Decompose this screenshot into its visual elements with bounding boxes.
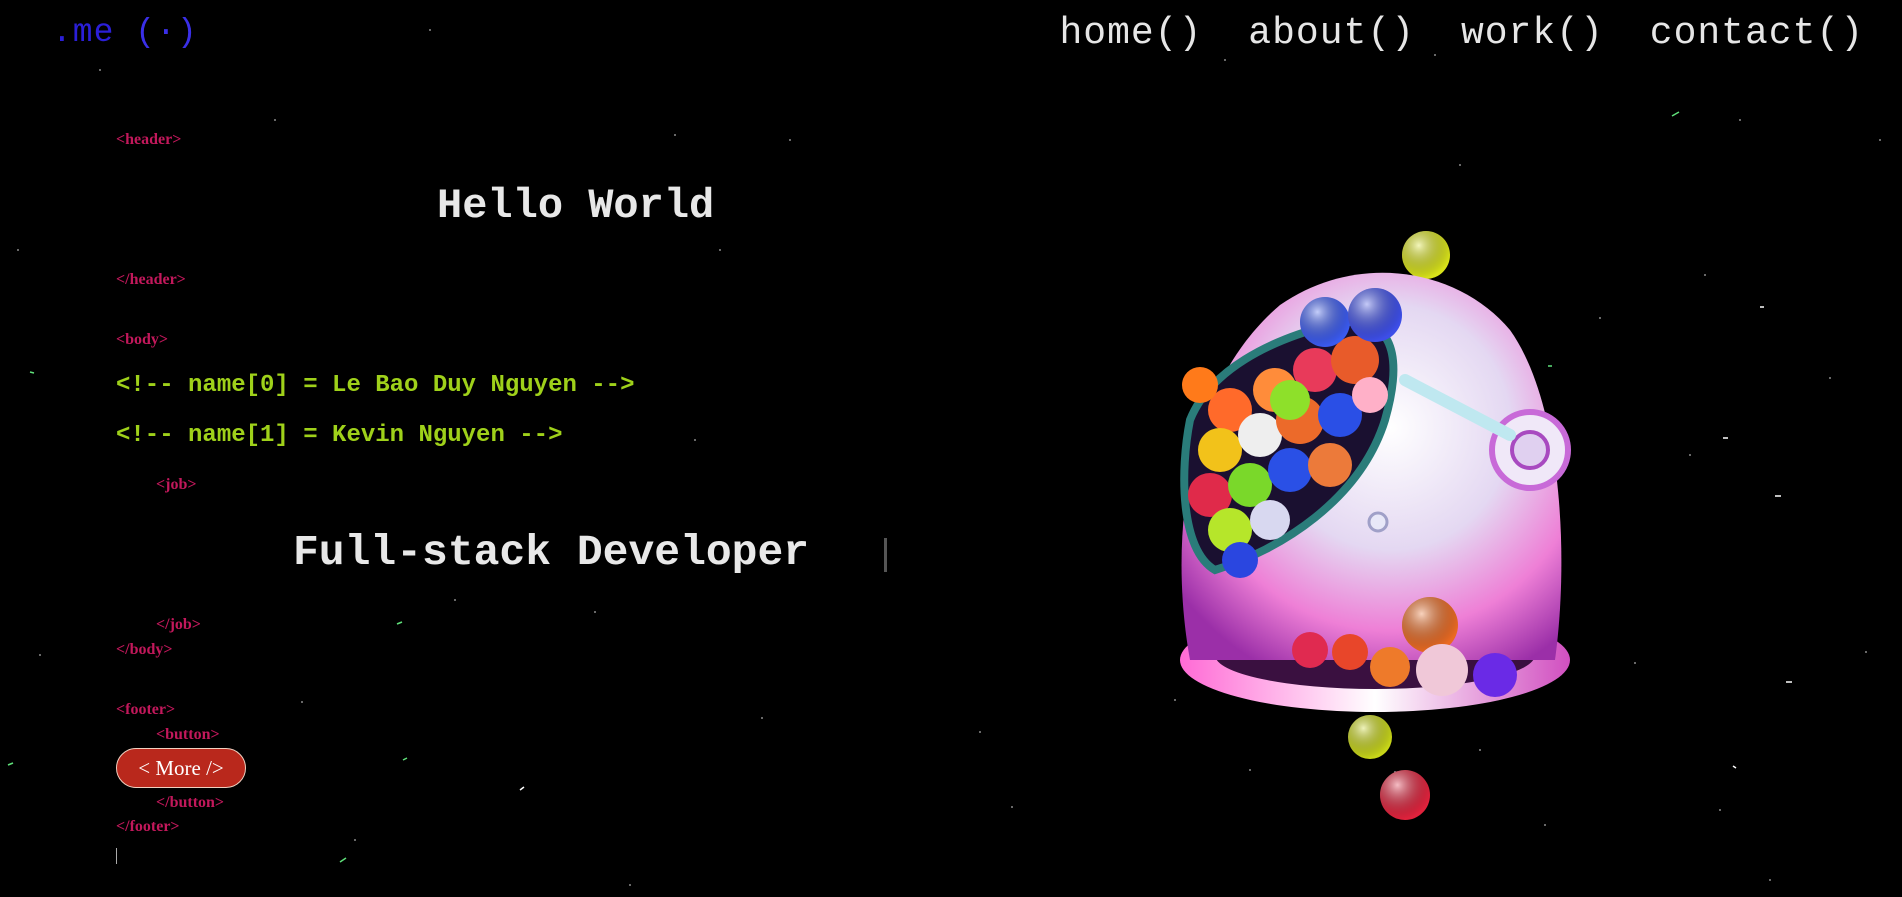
job-close-tag: </job> bbox=[156, 616, 201, 633]
logo-text: .me bbox=[52, 14, 115, 51]
header-open-tag: <header> bbox=[116, 131, 182, 148]
nav-link-about[interactable]: about() bbox=[1248, 12, 1415, 55]
nav-link-work[interactable]: work() bbox=[1461, 12, 1604, 55]
body-close-tag: </body> bbox=[116, 641, 173, 658]
body-open-tag: <body> bbox=[116, 331, 169, 348]
nav-link-contact[interactable]: contact() bbox=[1650, 12, 1864, 55]
text-caret bbox=[116, 848, 117, 864]
name-comment-1: <!-- name[1] = Kevin Nguyen --> bbox=[116, 422, 563, 449]
footer-close-tag: </footer> bbox=[116, 818, 180, 835]
hero-title: Hello World bbox=[437, 182, 715, 230]
name-comment-0: <!-- name[0] = Le Bao Duy Nguyen --> bbox=[116, 372, 635, 399]
button-close-tag: </button> bbox=[156, 794, 225, 811]
job-open-tag: <job> bbox=[156, 476, 197, 493]
footer-open-tag: <footer> bbox=[116, 701, 176, 718]
astronaut-helmet-illustration bbox=[1180, 231, 1571, 820]
header-close-tag: </header> bbox=[116, 271, 186, 288]
main-nav: home() about() work() contact() bbox=[1059, 12, 1864, 55]
site-logo[interactable]: .me (·) bbox=[52, 14, 198, 51]
job-title: Full-stack Developer bbox=[293, 528, 810, 577]
nav-link-home[interactable]: home() bbox=[1059, 12, 1202, 55]
typing-cursor bbox=[884, 538, 887, 572]
logo-paren: (·) bbox=[135, 14, 198, 51]
button-open-tag: <button> bbox=[156, 726, 220, 743]
more-button[interactable]: < More /> bbox=[116, 748, 246, 788]
